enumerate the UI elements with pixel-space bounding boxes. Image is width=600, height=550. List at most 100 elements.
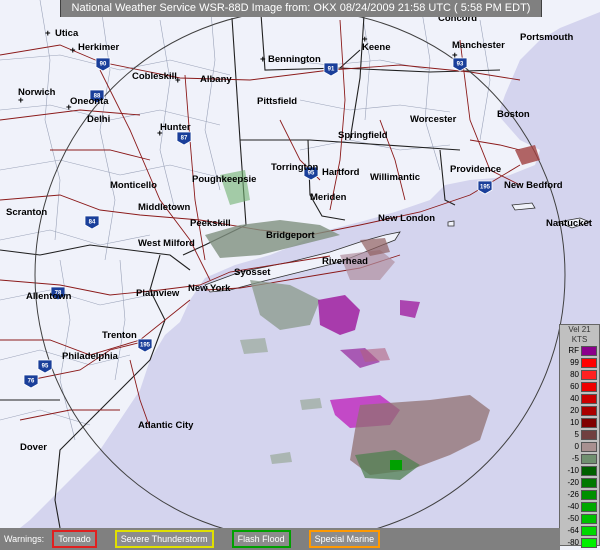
velocity-legend: Vel 21 KTS RF 99 80 60 40 20 10 5 0 -5 -10 -20 -26 -4… [559, 324, 600, 548]
svg-text:76: 76 [28, 379, 35, 385]
legend-color-swatch [581, 358, 597, 368]
legend-value-label: RF [568, 346, 579, 355]
city-middletown: Middletown [138, 202, 190, 213]
svg-text:+: + [157, 128, 163, 139]
legend-color-swatch [581, 370, 597, 380]
legend-row: 20 [560, 405, 599, 417]
legend-color-swatch [581, 490, 597, 500]
svg-text:Delhi: Delhi [87, 114, 110, 125]
city-nantucket: Nantucket [546, 218, 593, 229]
svg-text:New London: New London [378, 213, 435, 224]
legend-color-swatch [581, 406, 597, 416]
legend-color-swatch [581, 442, 597, 452]
svg-text:Plainview: Plainview [136, 288, 180, 299]
echo-pink-patch [360, 348, 390, 362]
legend-value-label: -80 [567, 538, 579, 547]
image-title: National Weather Service WSR-88D Image f… [60, 0, 542, 17]
city-bennington: Bennington+ [260, 54, 321, 65]
city-springfield: Springfield [338, 130, 388, 141]
svg-text:Monticello: Monticello [110, 180, 157, 191]
city-pittsfield: Pittsfield [257, 96, 297, 107]
svg-text:New York: New York [188, 283, 231, 294]
legend-row: RF [560, 345, 599, 357]
tornado-warning-button[interactable]: Tornado [52, 530, 97, 548]
legend-value-label: -20 [567, 478, 579, 487]
svg-text:91: 91 [328, 67, 335, 73]
city-peekskill: Peekskill [190, 218, 231, 229]
legend-color-swatch [581, 502, 597, 512]
flash-flood-warning-button[interactable]: Flash Flood [231, 530, 291, 548]
legend-row: 5 [560, 429, 599, 441]
legend-color-swatch [581, 454, 597, 464]
legend-row: 40 [560, 393, 599, 405]
legend-color-swatch [581, 382, 597, 392]
svg-text:+: + [452, 50, 458, 61]
city-boston: Boston [497, 109, 530, 120]
legend-color-swatch [581, 394, 597, 404]
svg-text:Oneonta: Oneonta [70, 96, 109, 107]
svg-text:Bridgeport: Bridgeport [266, 230, 315, 241]
special-marine-warning-button[interactable]: Special Marine [308, 530, 381, 548]
legend-value-label: 99 [570, 358, 579, 367]
echo-bright-green [390, 460, 402, 470]
legend-value-label: -26 [567, 490, 579, 499]
legend-value-label: 0 [574, 442, 579, 451]
svg-text:+: + [362, 34, 368, 45]
legend-row: -26 [560, 489, 599, 501]
svg-text:Middletown: Middletown [138, 202, 190, 213]
svg-text:Boston: Boston [497, 109, 530, 120]
radar-map: 90 88 87 91 93 95 84 195 78 195 95 76 Ut… [0, 0, 600, 550]
city-allentown: Allentown [26, 291, 72, 302]
legend-color-swatch [581, 466, 597, 476]
svg-text:87: 87 [181, 136, 188, 142]
city-philadelphia: Philadelphia [62, 351, 119, 362]
svg-text:195: 195 [480, 185, 491, 191]
svg-text:+: + [260, 54, 266, 65]
severe-thunderstorm-warning-button[interactable]: Severe Thunderstorm [114, 530, 214, 548]
city-dover: Dover [20, 442, 47, 453]
city-torrington: Torrington [271, 162, 319, 173]
city-new-london: New London [378, 213, 435, 224]
legend-scale: RF99806040201050-5-10-20-26-40-50-64-80-… [560, 345, 599, 550]
svg-text:Peekskill: Peekskill [190, 218, 231, 229]
svg-text:Bennington: Bennington [268, 54, 321, 65]
city-west-milford: West Milford [138, 238, 195, 249]
svg-text:Riverhead: Riverhead [322, 256, 368, 267]
legend-color-swatch [581, 478, 597, 488]
svg-text:Norwich: Norwich [18, 87, 56, 98]
svg-text:Willimantic: Willimantic [370, 172, 420, 183]
svg-text:195: 195 [140, 343, 151, 349]
svg-text:Atlantic City: Atlantic City [138, 420, 194, 431]
svg-text:Manchester: Manchester [452, 40, 505, 51]
city-willimantic: Willimantic [370, 172, 420, 183]
legend-row: -64 [560, 525, 599, 537]
legend-value-label: -50 [567, 514, 579, 523]
legend-value-label: 60 [570, 382, 579, 391]
svg-text:Hunter: Hunter [160, 122, 191, 133]
warnings-label: Warnings: [4, 534, 45, 544]
legend-value-label: 20 [570, 406, 579, 415]
legend-row: -80 [560, 537, 599, 549]
legend-color-swatch [581, 526, 597, 536]
legend-row: 0 [560, 441, 599, 453]
svg-text:Trenton: Trenton [102, 330, 137, 341]
svg-text:+: + [66, 102, 72, 113]
svg-text:Meriden: Meriden [310, 192, 347, 203]
svg-text:Portsmouth: Portsmouth [520, 32, 574, 43]
city-monticello: Monticello [110, 180, 157, 191]
svg-text:+: + [18, 95, 24, 106]
legend-color-swatch [581, 430, 597, 440]
warnings-bar: Warnings: Tornado Severe Thunderstorm Fl… [0, 528, 560, 550]
svg-text:Providence: Providence [450, 164, 501, 175]
svg-text:84: 84 [89, 220, 96, 226]
city-atlantic-city: Atlantic City [138, 420, 194, 431]
legend-value-label: -40 [567, 502, 579, 511]
legend-row: 10 [560, 417, 599, 429]
city-worcester: Worcester [410, 114, 457, 125]
svg-text:Dover: Dover [20, 442, 47, 453]
block-island [447, 220, 455, 227]
city-meriden: Meriden [310, 192, 347, 203]
legend-product: Vel 21 [568, 325, 591, 334]
svg-text:Allentown: Allentown [26, 291, 72, 302]
svg-text:+: + [175, 75, 181, 86]
